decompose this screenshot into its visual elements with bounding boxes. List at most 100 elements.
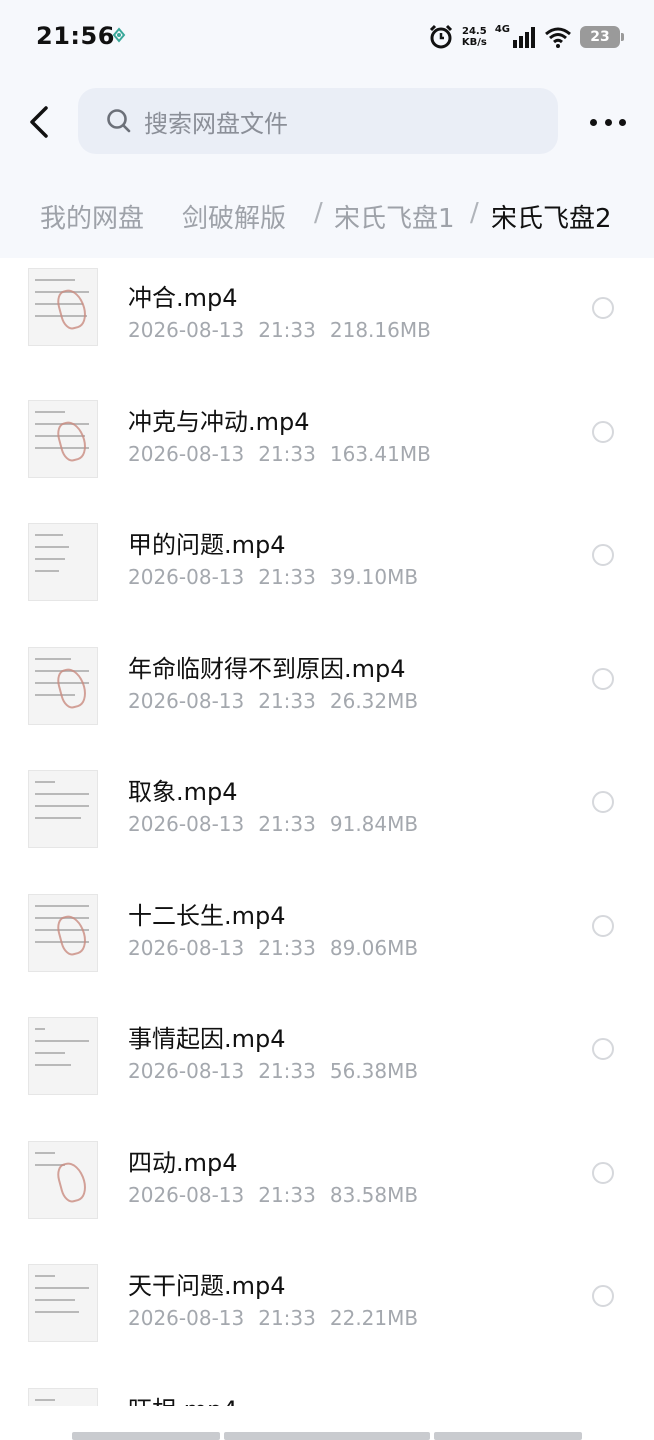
file-row[interactable]: 旺相.mp4	[0, 1370, 654, 1407]
file-row[interactable]: 取象.mp4 2026-08-13 21:33 91.84MB	[0, 752, 654, 876]
wifi-icon	[545, 27, 571, 48]
breadcrumb-item-folder[interactable]: 剑破解版	[182, 198, 286, 235]
video-thumbnail	[28, 1140, 98, 1219]
file-time: 21:33	[258, 935, 316, 960]
more-dot	[604, 118, 612, 126]
file-row[interactable]: 十二长生.mp4 2026-08-13 21:33 89.06MB	[0, 876, 654, 1000]
file-time: 21:33	[258, 565, 316, 589]
file-meta: 2026-08-13 21:33 89.06MB	[128, 936, 432, 960]
file-date: 2026-08-13	[128, 1306, 245, 1330]
breadcrumb-item-root[interactable]: 我的网盘	[40, 198, 144, 235]
select-checkbox[interactable]	[592, 420, 614, 443]
file-meta: 2026-08-13 21:33 91.84MB	[128, 812, 432, 836]
file-date: 2026-08-13	[128, 441, 245, 466]
status-icons: 24.5 KB/s 4G 23	[428, 22, 624, 52]
file-row[interactable]: 冲合.mp4 2026-08-13 21:33 218.16MB	[0, 258, 654, 382]
file-size: 89.06MB	[329, 935, 419, 960]
file-list: 冲合.mp4 2026-08-13 21:33 218.16MB 冲克与冲动.mp4…	[0, 258, 654, 1406]
more-dot	[619, 118, 626, 126]
leaf-icon	[112, 27, 126, 43]
file-size: 163.41MB	[329, 441, 431, 466]
select-checkbox[interactable]	[592, 1285, 614, 1307]
file-name: 四动.mp4	[128, 1148, 238, 1177]
file-row[interactable]: 冲克与冲动.mp4 2026-08-13 21:33 163.41MB	[0, 382, 654, 506]
file-name: 取象.mp4	[128, 778, 238, 806]
file-date: 2026-08-13	[128, 812, 245, 836]
file-time: 21:33	[258, 688, 316, 713]
file-row[interactable]: 甲的问题.mp4 2026-08-13 21:33 39.10MB	[0, 505, 654, 629]
file-meta: 2026-08-13 21:33 26.32MB	[128, 689, 432, 713]
net-speed: 24.5 KB/s	[462, 26, 487, 48]
select-checkbox[interactable]	[592, 914, 614, 937]
video-thumbnail	[28, 523, 98, 601]
status-bar: 21:56 24.5 KB/s 4G 23	[0, 0, 654, 76]
file-date: 2026-08-13	[128, 1059, 245, 1083]
file-time: 21:33	[258, 1182, 316, 1207]
net-speed-unit: KB/s	[461, 37, 487, 48]
alarm-icon	[429, 24, 452, 49]
video-thumbnail	[28, 1017, 98, 1095]
file-name: 甲的问题.mp4	[128, 531, 286, 559]
file-meta: 2026-08-13 21:33 163.41MB	[128, 442, 445, 466]
bottom-bar	[0, 1406, 654, 1440]
bottom-bar-segment	[434, 1432, 582, 1440]
video-thumbnail	[28, 1264, 98, 1342]
file-time: 21:33	[258, 812, 316, 836]
signal-icon	[513, 27, 535, 48]
select-checkbox[interactable]	[592, 544, 614, 566]
search-icon	[107, 109, 131, 133]
video-thumbnail	[28, 646, 98, 725]
file-row[interactable]: 四动.mp4 2026-08-13 21:33 83.58MB	[0, 1123, 654, 1247]
file-meta: 2026-08-13 21:33 22.21MB	[128, 1306, 432, 1330]
status-time: 21:56	[36, 22, 115, 50]
video-thumbnail	[28, 268, 98, 346]
breadcrumb: 我的网盘 剑破解版 / 宋氏飞盘1 / 宋氏飞盘2	[0, 176, 654, 258]
file-size: 56.38MB	[329, 1059, 419, 1083]
file-size: 22.21MB	[329, 1306, 419, 1330]
select-checkbox[interactable]	[592, 297, 614, 319]
file-size: 91.84MB	[329, 812, 419, 836]
file-time: 21:33	[258, 441, 316, 466]
file-date: 2026-08-13	[128, 565, 245, 589]
file-name: 十二长生.mp4	[128, 901, 286, 930]
bottom-bar-segment	[224, 1432, 430, 1440]
bottom-bar-segment	[72, 1432, 220, 1440]
file-name: 天干问题.mp4	[128, 1272, 286, 1300]
select-checkbox[interactable]	[592, 1161, 614, 1184]
breadcrumb-separator: /	[314, 198, 323, 228]
file-date: 2026-08-13	[128, 688, 245, 713]
select-checkbox[interactable]	[592, 667, 614, 690]
network-gen: 4G	[494, 23, 510, 35]
file-size: 218.16MB	[329, 318, 431, 342]
file-name: 事情起因.mp4	[128, 1025, 286, 1053]
select-checkbox[interactable]	[592, 1038, 614, 1060]
breadcrumb-item-current: 宋氏飞盘2	[491, 204, 612, 234]
file-name: 旺相.mp4	[128, 1390, 238, 1407]
more-dot	[590, 118, 597, 126]
file-name: 冲克与冲动.mp4	[128, 407, 310, 436]
search-placeholder: 搜索网盘文件	[144, 109, 288, 138]
file-time: 21:33	[258, 318, 316, 342]
file-meta: 2026-08-13 21:33 218.16MB	[128, 318, 445, 342]
file-meta: 2026-08-13 21:33 56.38MB	[128, 1059, 432, 1083]
file-size: 39.10MB	[329, 565, 419, 589]
file-row[interactable]: 年命临财得不到原因.mp4 2026-08-13 21:33 26.32MB	[0, 629, 654, 753]
file-date: 2026-08-13	[128, 935, 245, 960]
video-thumbnail	[28, 770, 98, 848]
file-row[interactable]: 天干问题.mp4 2026-08-13 21:33 22.21MB	[0, 1246, 654, 1370]
breadcrumb-separator: /	[470, 198, 479, 228]
file-size: 83.58MB	[329, 1182, 419, 1207]
back-arrow-icon[interactable]	[24, 102, 56, 142]
file-row[interactable]: 事情起因.mp4 2026-08-13 21:33 56.38MB	[0, 999, 654, 1123]
net-speed-value: 24.5	[461, 26, 487, 37]
file-name: 年命临财得不到原因.mp4	[128, 654, 406, 683]
breadcrumb-item-parent[interactable]: 宋氏飞盘1	[334, 198, 455, 235]
select-checkbox[interactable]	[592, 791, 614, 813]
search-input[interactable]: 搜索网盘文件	[78, 88, 558, 154]
more-options-icon[interactable]	[590, 112, 626, 132]
file-name: 冲合.mp4	[128, 284, 238, 312]
video-thumbnail	[28, 893, 98, 972]
top-nav: 搜索网盘文件	[0, 76, 654, 176]
file-meta: 2026-08-13 21:33 83.58MB	[128, 1183, 432, 1207]
file-size: 26.32MB	[329, 688, 419, 713]
